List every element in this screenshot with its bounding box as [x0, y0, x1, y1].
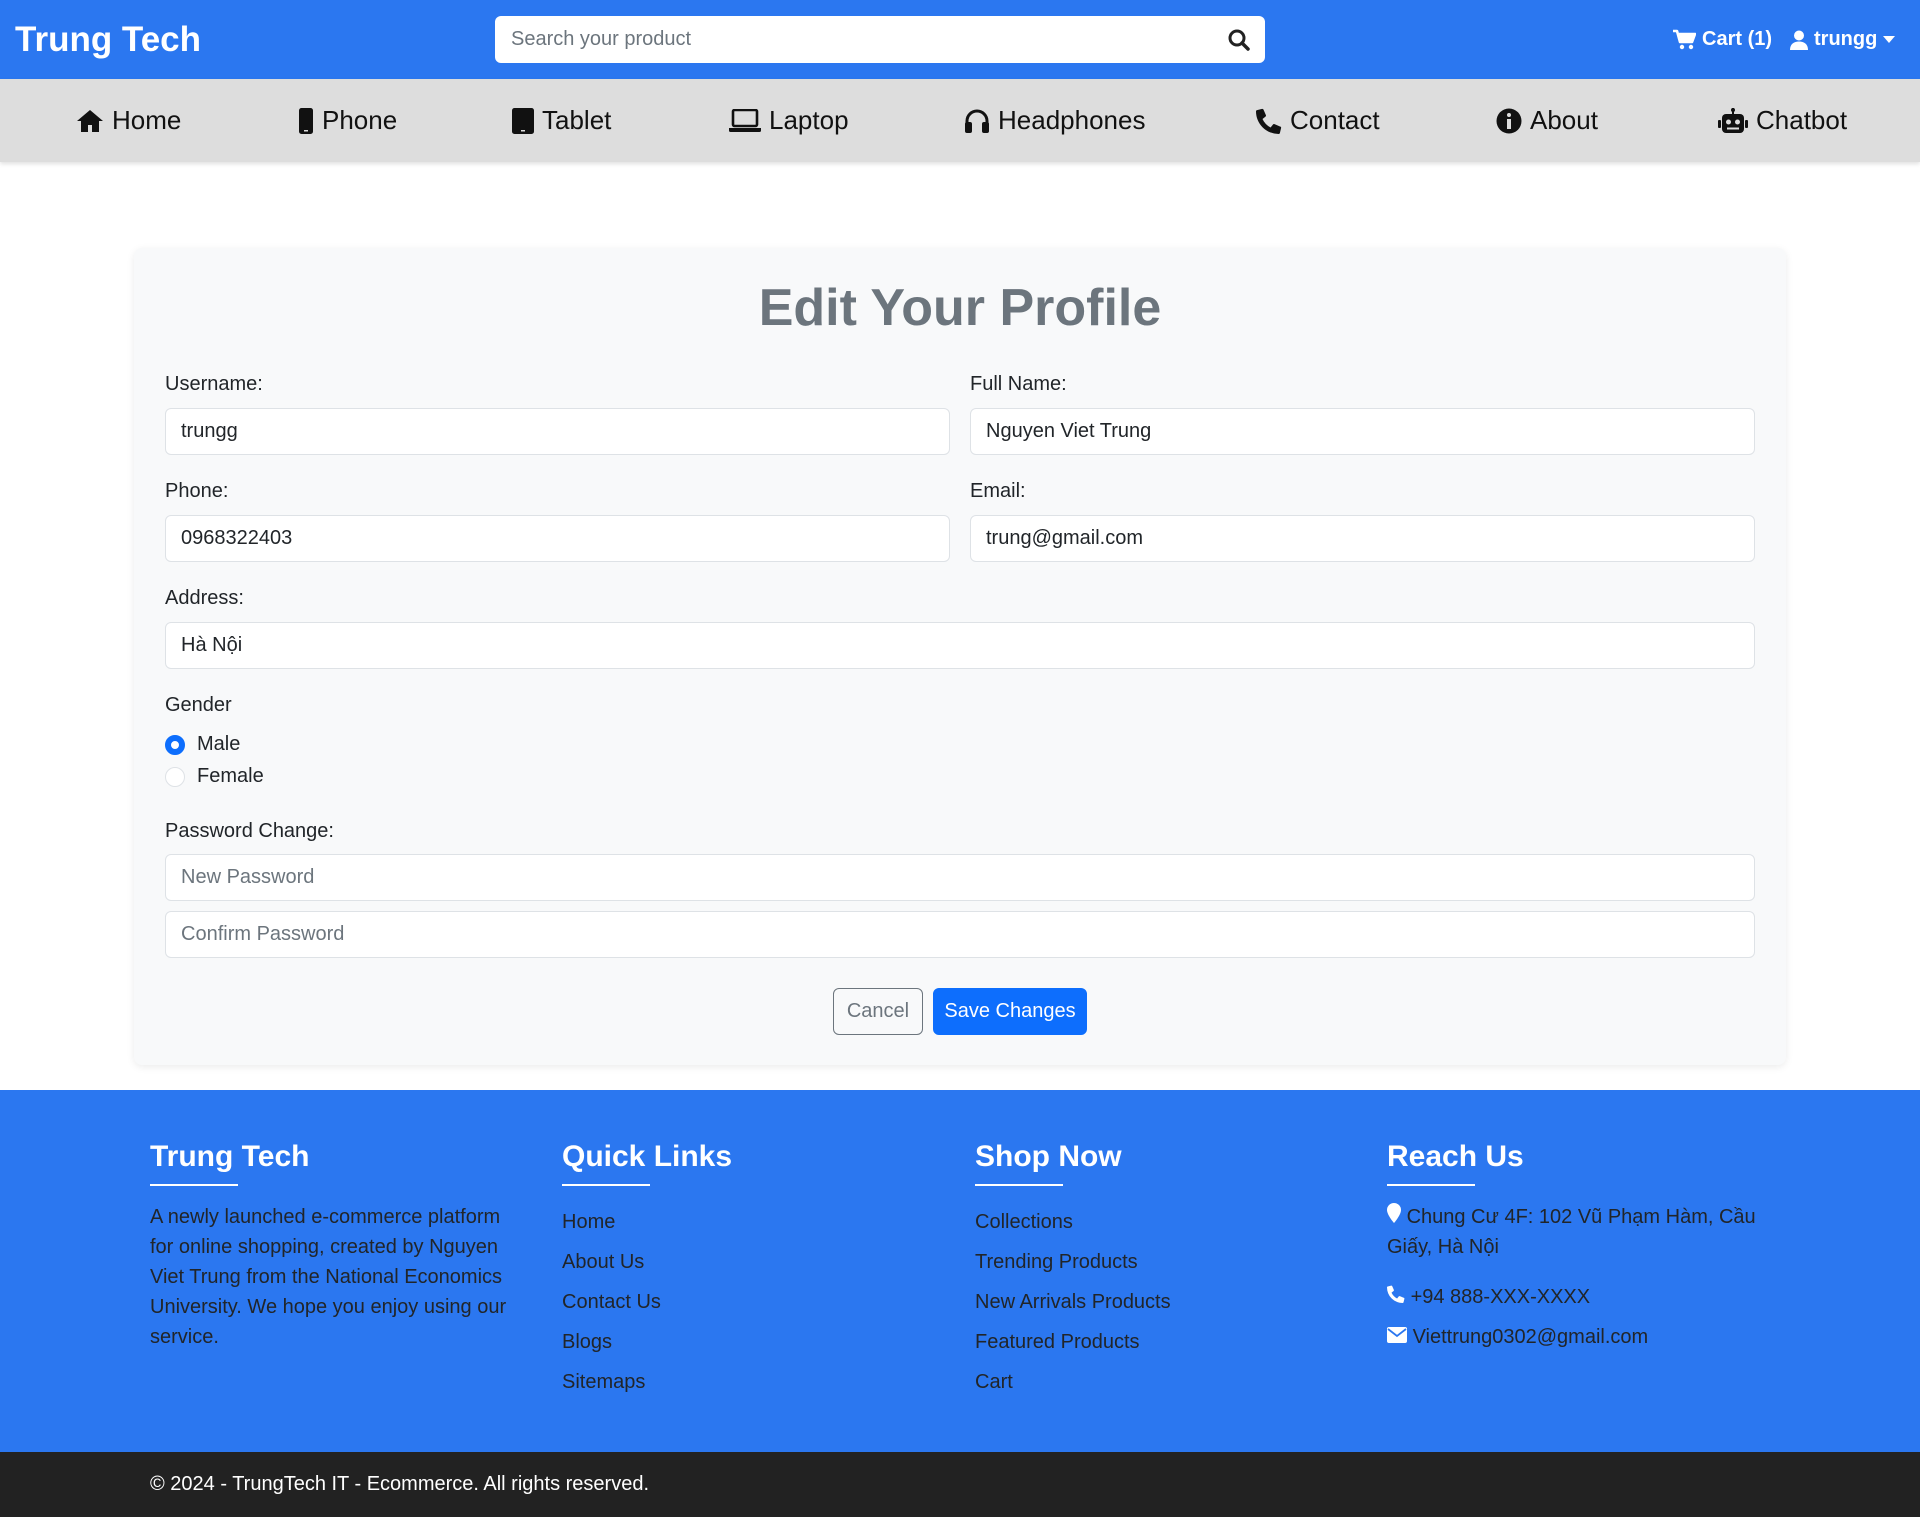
- username-field[interactable]: [165, 408, 950, 455]
- footer-address: Chung Cư 4F: 102 Vũ Phạm Hàm, Cầu Giấy, …: [1387, 1202, 1777, 1262]
- new-password-field[interactable]: [165, 854, 1755, 901]
- brand-logo[interactable]: Trung Tech: [15, 20, 201, 60]
- gender-label: Gender: [165, 694, 232, 716]
- copyright-text: © 2024 - TrungTech IT - Ecommerce. All r…: [150, 1473, 650, 1495]
- nav-label: Headphones: [998, 105, 1146, 135]
- footer-shop-now: Shop Now Collections Trending Products N…: [975, 1140, 1171, 1402]
- email-field[interactable]: [970, 515, 1755, 562]
- gender-option-male[interactable]: Male: [165, 733, 240, 756]
- footer-phone-text: +94 888-XXX-XXXX: [1410, 1286, 1591, 1308]
- home-icon: [76, 109, 104, 133]
- footer-phone: +94 888-XXX-XXXX: [1387, 1282, 1777, 1312]
- footer-address-text: Chung Cư 4F: 102 Vũ Phạm Hàm, Cầu Giấy, …: [1387, 1206, 1756, 1258]
- telephone-icon: [1387, 1285, 1405, 1303]
- fullname-label: Full Name:: [970, 373, 1067, 395]
- nav-item-phone[interactable]: Phone: [298, 79, 397, 162]
- quick-links-list: Home About Us Contact Us Blogs Sitemaps: [562, 1202, 732, 1402]
- footer-link-sitemaps[interactable]: Sitemaps: [562, 1362, 732, 1402]
- top-header: Trung Tech Cart (1) trungg: [0, 0, 1920, 79]
- footer-quick-links: Quick Links Home About Us Contact Us Blo…: [562, 1140, 732, 1402]
- divider: [150, 1184, 238, 1186]
- radio-label-male: Male: [197, 733, 241, 755]
- search-input[interactable]: [495, 16, 1195, 63]
- headphones-icon: [964, 109, 990, 133]
- tablet-icon: [512, 107, 534, 134]
- radio-male[interactable]: [165, 734, 185, 755]
- nav-item-headphones[interactable]: Headphones: [964, 79, 1145, 162]
- gender-option-female[interactable]: Female: [165, 765, 264, 788]
- footer-shop-now-title: Shop Now: [975, 1140, 1122, 1173]
- footer-link-trending[interactable]: Trending Products: [975, 1242, 1171, 1282]
- phone-icon: [298, 107, 314, 134]
- nav-label: Phone: [322, 105, 398, 135]
- footer-link-home[interactable]: Home: [562, 1202, 732, 1242]
- nav-label: Tablet: [542, 105, 612, 135]
- username-label: Username:: [165, 373, 263, 395]
- footer-link-about-us[interactable]: About Us: [562, 1242, 732, 1282]
- divider: [562, 1184, 650, 1186]
- category-nav: Home Phone Tablet Laptop Headphones Cont…: [0, 79, 1920, 162]
- cart-icon: [1672, 29, 1696, 51]
- nav-item-tablet[interactable]: Tablet: [512, 79, 611, 162]
- email-label: Email:: [970, 480, 1026, 502]
- nav-item-laptop[interactable]: Laptop: [729, 79, 849, 162]
- info-icon: [1496, 108, 1522, 134]
- footer-reach-us: Reach Us Chung Cư 4F: 102 Vũ Phạm Hàm, C…: [1387, 1140, 1777, 1352]
- confirm-password-field[interactable]: [165, 911, 1755, 958]
- nav-item-contact[interactable]: Contact: [1256, 79, 1380, 162]
- map-marker-icon: [1387, 1203, 1401, 1223]
- nav-item-chatbot[interactable]: Chatbot: [1718, 79, 1847, 162]
- save-changes-button[interactable]: Save Changes: [933, 988, 1087, 1035]
- address-label: Address:: [165, 587, 244, 609]
- footer-email: Viettrung0302@gmail.com: [1387, 1322, 1777, 1352]
- search-icon[interactable]: [1227, 28, 1251, 52]
- footer-link-cart[interactable]: Cart: [975, 1362, 1171, 1402]
- nav-label: Contact: [1290, 105, 1380, 135]
- divider: [975, 1184, 1063, 1186]
- address-field[interactable]: [165, 622, 1755, 669]
- footer-link-new-arrivals[interactable]: New Arrivals Products: [975, 1282, 1171, 1322]
- cart-label: Cart (1): [1702, 28, 1773, 50]
- footer-link-collections[interactable]: Collections: [975, 1202, 1171, 1242]
- fullname-field[interactable]: [970, 408, 1755, 455]
- user-icon: [1790, 30, 1808, 50]
- nav-label: Home: [112, 105, 182, 135]
- footer-about-title: Trung Tech: [150, 1140, 310, 1173]
- phone-field[interactable]: [165, 515, 950, 562]
- footer-link-blogs[interactable]: Blogs: [562, 1322, 732, 1362]
- nav-label: About: [1530, 105, 1598, 135]
- nav-label: Chatbot: [1756, 105, 1848, 135]
- footer-about: Trung Tech A newly launched e-commerce p…: [150, 1140, 525, 1352]
- password-change-label: Password Change:: [165, 820, 334, 842]
- radio-female[interactable]: [165, 766, 185, 787]
- user-name: trungg: [1814, 28, 1878, 50]
- footer-link-contact-us[interactable]: Contact Us: [562, 1282, 732, 1322]
- telephone-icon: [1256, 108, 1282, 134]
- user-menu[interactable]: trungg: [1790, 28, 1896, 51]
- radio-label-female: Female: [197, 765, 264, 787]
- chevron-down-icon: [1883, 35, 1896, 44]
- phone-label: Phone:: [165, 480, 229, 502]
- footer-reach-us-title: Reach Us: [1387, 1140, 1524, 1173]
- laptop-icon: [729, 108, 761, 133]
- cart-link[interactable]: Cart (1): [1672, 28, 1772, 51]
- copyright-bar: © 2024 - TrungTech IT - Ecommerce. All r…: [0, 1452, 1920, 1517]
- divider: [1387, 1184, 1475, 1186]
- envelope-icon: [1387, 1327, 1407, 1343]
- footer-about-text: A newly launched e-commerce platform for…: [150, 1206, 507, 1348]
- footer-email-text: Viettrung0302@gmail.com: [1412, 1326, 1649, 1348]
- nav-item-home[interactable]: Home: [76, 79, 181, 162]
- nav-item-about[interactable]: About: [1496, 79, 1598, 162]
- shop-links-list: Collections Trending Products New Arriva…: [975, 1202, 1171, 1402]
- robot-icon: [1718, 107, 1748, 134]
- search-bar: [495, 16, 1265, 63]
- nav-label: Laptop: [769, 105, 849, 135]
- page-title: Edit Your Profile: [758, 279, 1162, 337]
- footer-link-featured[interactable]: Featured Products: [975, 1322, 1171, 1362]
- footer-quick-links-title: Quick Links: [562, 1140, 733, 1173]
- cancel-button[interactable]: Cancel: [833, 988, 923, 1035]
